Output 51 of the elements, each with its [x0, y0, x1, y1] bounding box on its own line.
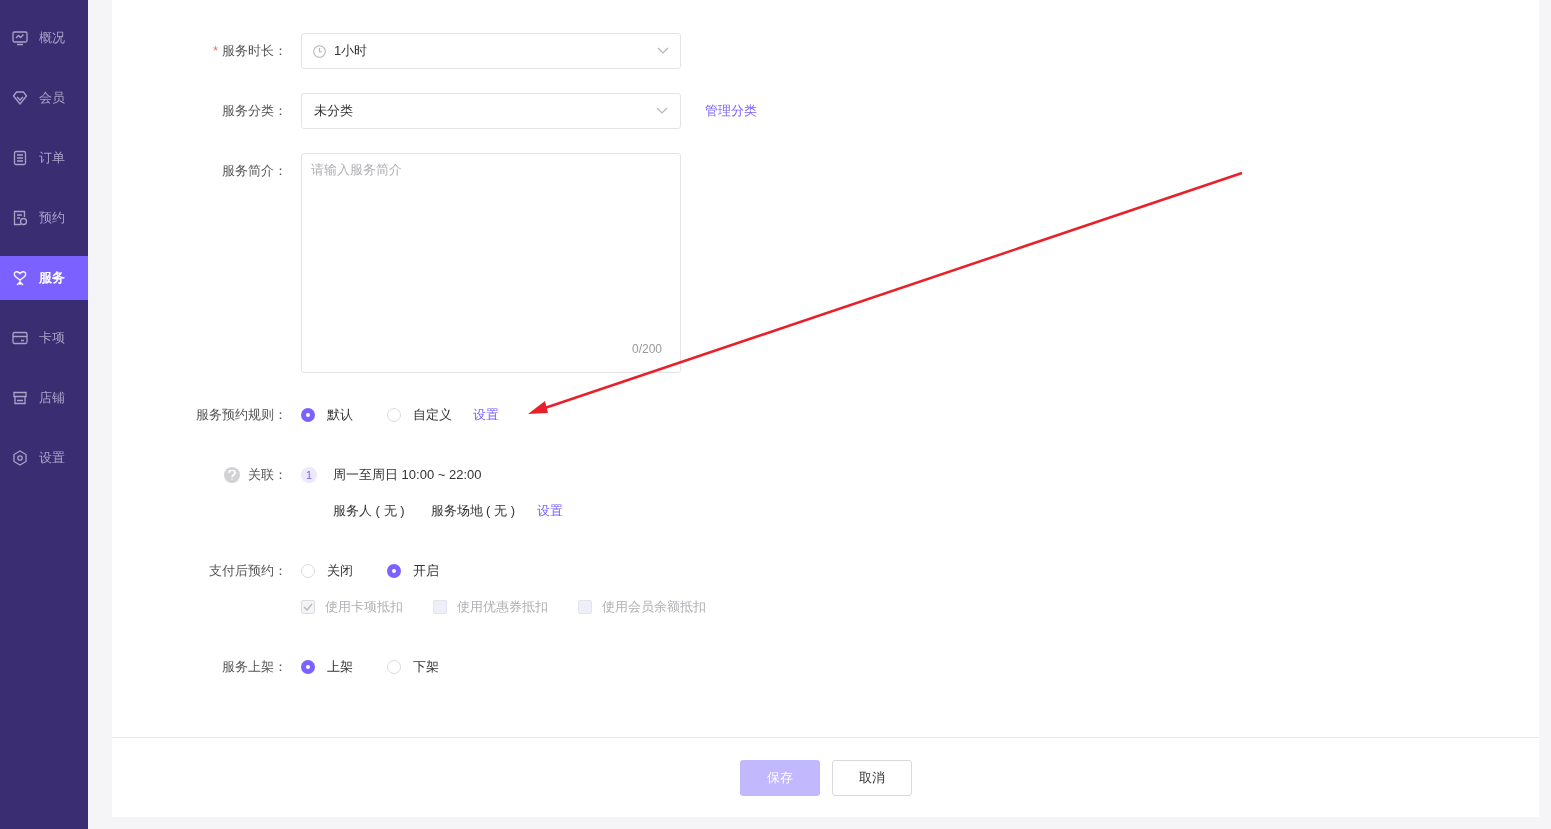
sidebar-item[interactable]: 服务 — [0, 256, 88, 300]
monitor-icon — [12, 30, 28, 46]
gear-icon — [12, 450, 28, 466]
help-icon[interactable] — [224, 467, 240, 483]
link[interactable]: 设置 — [473, 405, 499, 425]
radio-button[interactable] — [301, 408, 315, 422]
sidebar-item[interactable]: 店铺 — [0, 376, 88, 420]
radio-option[interactable]: 开启 — [387, 561, 473, 581]
sidebar-item[interactable]: 会员 — [0, 76, 88, 120]
radio-button[interactable] — [387, 564, 401, 578]
sidebar-item[interactable]: 订单 — [0, 136, 88, 180]
diamond-icon — [12, 90, 28, 106]
radio-option[interactable]: 默认 — [301, 405, 387, 425]
number-badge: 1 — [301, 467, 317, 483]
card-icon — [12, 330, 28, 346]
field-label: 服务上架： — [222, 658, 287, 677]
store-icon — [12, 390, 28, 406]
clock-icon — [313, 44, 326, 58]
link[interactable]: 设置 — [537, 501, 563, 521]
field-label: 服务分类： — [222, 102, 287, 121]
chevron-down-icon — [657, 47, 669, 55]
field-label: 服务简介： — [222, 162, 287, 181]
field-label: 服务时长： — [222, 42, 287, 61]
radio-option[interactable]: 关闭 — [301, 561, 387, 581]
calendar-icon — [12, 210, 28, 226]
link[interactable]: 管理分类 — [705, 101, 757, 121]
chevron-down-icon — [656, 107, 668, 115]
radio-button[interactable] — [301, 660, 315, 674]
association-text: 服务人 ( 无 ) — [333, 502, 405, 521]
sidebar-item[interactable]: 预约 — [0, 196, 88, 240]
association-text: 服务场地 ( 无 ) — [430, 502, 515, 521]
select-field[interactable]: 1小时 — [301, 33, 681, 69]
select-field[interactable]: 未分类 — [301, 93, 681, 129]
radio-option[interactable]: 上架 — [301, 657, 387, 677]
character-counter: 0/200 — [631, 341, 662, 358]
field-label: 支付后预约： — [209, 562, 287, 581]
list-icon — [12, 150, 28, 166]
sidebar-item[interactable]: 设置 — [0, 436, 88, 480]
radio-button[interactable] — [387, 660, 401, 674]
radio-button[interactable] — [301, 564, 315, 578]
field-label: 关联： — [248, 466, 287, 485]
field-label: 服务预约规则： — [196, 406, 287, 425]
sidebar-item[interactable]: 卡项 — [0, 316, 88, 360]
required-asterisk: * — [213, 43, 218, 60]
cancel-button[interactable]: 取消 — [831, 759, 912, 796]
heart-icon — [12, 270, 28, 286]
schedule-text: 周一至周日 10:00 ~ 22:00 — [333, 466, 482, 485]
sidebar-item[interactable]: 概况 — [0, 16, 88, 60]
radio-option[interactable]: 自定义 — [387, 405, 473, 425]
radio-button[interactable] — [387, 408, 401, 422]
radio-option[interactable]: 下架 — [387, 657, 473, 677]
